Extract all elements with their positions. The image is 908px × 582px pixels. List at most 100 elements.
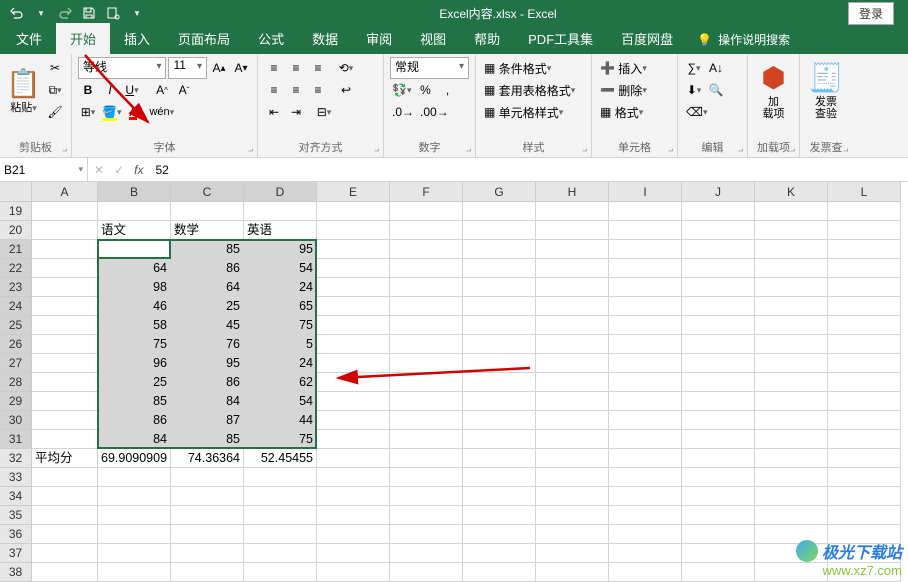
row-header-29[interactable]: 29: [0, 392, 32, 411]
cell-E35[interactable]: [317, 506, 390, 525]
copy-button[interactable]: ⧉▾: [45, 79, 65, 101]
cell-A38[interactable]: [32, 563, 98, 582]
cell-I27[interactable]: [609, 354, 682, 373]
spreadsheet-grid[interactable]: ABCDEFGHIJKL 192021222324252627282930313…: [0, 182, 908, 582]
cell-K20[interactable]: [755, 221, 828, 240]
cell-G24[interactable]: [463, 297, 536, 316]
cell-F27[interactable]: [390, 354, 463, 373]
cell-L33[interactable]: [828, 468, 901, 487]
cell-B19[interactable]: [98, 202, 171, 221]
addin-button[interactable]: ⬢ 加 载项: [754, 57, 793, 123]
cell-G26[interactable]: [463, 335, 536, 354]
cell-D36[interactable]: [244, 525, 317, 544]
tab-home[interactable]: 开始: [56, 23, 110, 54]
cell-F26[interactable]: [390, 335, 463, 354]
select-all-corner[interactable]: [0, 182, 32, 202]
format-as-table-button[interactable]: ▦ 套用表格格式▾: [482, 79, 577, 101]
conditional-format-button[interactable]: ▦ 条件格式▾: [482, 57, 553, 79]
cell-L29[interactable]: [828, 392, 901, 411]
cell-H21[interactable]: [536, 240, 609, 259]
cell-I30[interactable]: [609, 411, 682, 430]
cell-K28[interactable]: [755, 373, 828, 392]
cell-F23[interactable]: [390, 278, 463, 297]
cell-I38[interactable]: [609, 563, 682, 582]
cell-J20[interactable]: [682, 221, 755, 240]
cell-I36[interactable]: [609, 525, 682, 544]
cell-G27[interactable]: [463, 354, 536, 373]
cell-C22[interactable]: 86: [171, 259, 244, 278]
cell-J25[interactable]: [682, 316, 755, 335]
cell-G29[interactable]: [463, 392, 536, 411]
cell-L30[interactable]: [828, 411, 901, 430]
invoice-check-button[interactable]: 🧾 发票 查验: [806, 57, 846, 123]
cell-K23[interactable]: [755, 278, 828, 297]
cell-H34[interactable]: [536, 487, 609, 506]
cell-A30[interactable]: [32, 411, 98, 430]
cell-J27[interactable]: [682, 354, 755, 373]
cell-K22[interactable]: [755, 259, 828, 278]
cell-C34[interactable]: [171, 487, 244, 506]
cell-I26[interactable]: [609, 335, 682, 354]
cell-B37[interactable]: [98, 544, 171, 563]
cell-F31[interactable]: [390, 430, 463, 449]
cell-L26[interactable]: [828, 335, 901, 354]
cell-A26[interactable]: [32, 335, 98, 354]
cell-J32[interactable]: [682, 449, 755, 468]
font-color-button[interactable]: A▾: [125, 101, 145, 123]
cell-B36[interactable]: [98, 525, 171, 544]
cell-C26[interactable]: 76: [171, 335, 244, 354]
column-header-B[interactable]: B: [98, 182, 171, 202]
cell-I23[interactable]: [609, 278, 682, 297]
cell-I32[interactable]: [609, 449, 682, 468]
cell-A33[interactable]: [32, 468, 98, 487]
cell-D29[interactable]: 54: [244, 392, 317, 411]
cancel-formula-icon[interactable]: ✕: [94, 163, 104, 177]
cell-G31[interactable]: [463, 430, 536, 449]
column-header-C[interactable]: C: [171, 182, 244, 202]
tab-insert[interactable]: 插入: [110, 23, 164, 54]
cell-E25[interactable]: [317, 316, 390, 335]
cell-E23[interactable]: [317, 278, 390, 297]
cell-F22[interactable]: [390, 259, 463, 278]
row-header-26[interactable]: 26: [0, 335, 32, 354]
cell-H24[interactable]: [536, 297, 609, 316]
cell-G32[interactable]: [463, 449, 536, 468]
delete-cells-button[interactable]: ➖ 删除▾: [598, 79, 649, 101]
fill-color-button[interactable]: 🪣▾: [100, 101, 123, 123]
cell-J38[interactable]: [682, 563, 755, 582]
name-box[interactable]: B21: [0, 158, 88, 181]
cell-B31[interactable]: 84: [98, 430, 171, 449]
row-header-35[interactable]: 35: [0, 506, 32, 525]
cell-B33[interactable]: [98, 468, 171, 487]
column-header-J[interactable]: J: [682, 182, 755, 202]
cell-L35[interactable]: [828, 506, 901, 525]
cell-L23[interactable]: [828, 278, 901, 297]
cell-J34[interactable]: [682, 487, 755, 506]
cell-C23[interactable]: 64: [171, 278, 244, 297]
cell-H26[interactable]: [536, 335, 609, 354]
cell-A22[interactable]: [32, 259, 98, 278]
cell-E38[interactable]: [317, 563, 390, 582]
cell-C35[interactable]: [171, 506, 244, 525]
cell-I24[interactable]: [609, 297, 682, 316]
cell-E33[interactable]: [317, 468, 390, 487]
cell-C32[interactable]: 74.36364: [171, 449, 244, 468]
row-header-30[interactable]: 30: [0, 411, 32, 430]
login-button[interactable]: 登录: [848, 2, 894, 25]
cell-C36[interactable]: [171, 525, 244, 544]
cell-G37[interactable]: [463, 544, 536, 563]
cell-B21[interactable]: 52: [98, 240, 171, 259]
cell-D21[interactable]: 95: [244, 240, 317, 259]
percent-button[interactable]: %: [415, 79, 435, 101]
cell-D24[interactable]: 65: [244, 297, 317, 316]
cell-H20[interactable]: [536, 221, 609, 240]
cell-G30[interactable]: [463, 411, 536, 430]
cell-L25[interactable]: [828, 316, 901, 335]
cell-I20[interactable]: [609, 221, 682, 240]
cell-E31[interactable]: [317, 430, 390, 449]
cell-F33[interactable]: [390, 468, 463, 487]
accounting-button[interactable]: 💱▾: [390, 79, 413, 101]
cell-E37[interactable]: [317, 544, 390, 563]
cell-D35[interactable]: [244, 506, 317, 525]
cell-K35[interactable]: [755, 506, 828, 525]
